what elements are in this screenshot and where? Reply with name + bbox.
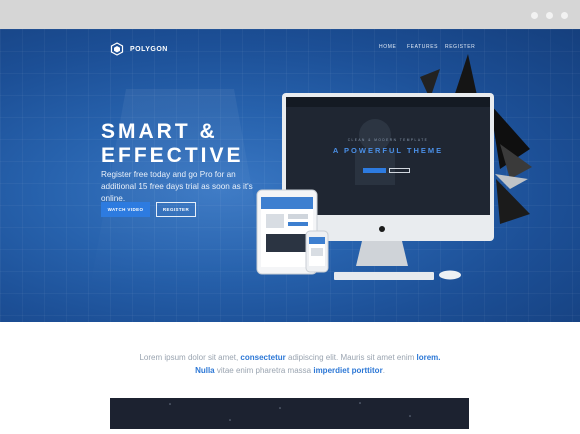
watch-video-button[interactable]: WATCH VIDEO bbox=[101, 202, 150, 217]
intro-text: Lorem ipsum dolor sit amet, bbox=[139, 353, 241, 362]
hero-subtext: Register free today and go Pro for an ad… bbox=[101, 170, 253, 203]
browser-chrome bbox=[0, 0, 580, 29]
window-dot-icon[interactable] bbox=[531, 12, 538, 19]
hero-headline-line: EFFECTIVE bbox=[101, 144, 244, 167]
apple-logo-icon bbox=[379, 226, 385, 232]
intro-paragraph: Lorem ipsum dolor sit amet, consectetur … bbox=[130, 351, 450, 377]
nav-register[interactable]: REGISTER bbox=[445, 44, 475, 50]
star-dots-decoration bbox=[169, 402, 411, 421]
monitor-eyebrow: CLEAN & MODERN TEMPLATE bbox=[347, 138, 429, 142]
monitor-cta-button bbox=[389, 168, 410, 173]
intro-text: vitae enim pharetra massa bbox=[214, 366, 314, 375]
hero-headline: SMART & EFFECTIVE bbox=[101, 120, 244, 168]
intro-text: adipiscing elit. Mauris sit amet enim bbox=[285, 353, 417, 362]
monitor-stand bbox=[356, 241, 408, 266]
keyboard bbox=[334, 272, 434, 280]
polygon-logo-icon bbox=[110, 42, 124, 56]
nav-home[interactable]: HOME bbox=[379, 44, 396, 50]
mouse bbox=[439, 270, 461, 280]
intro-highlight: consectetur bbox=[240, 353, 286, 362]
intro-highlight: imperdiet porttitor bbox=[313, 366, 383, 375]
dark-preview-section bbox=[110, 398, 469, 429]
intro-text: . bbox=[382, 366, 385, 375]
register-button[interactable]: REGISTER bbox=[156, 202, 196, 217]
brand-name: POLYGON bbox=[130, 45, 168, 53]
monitor-title: A POWERFUL THEME bbox=[332, 146, 444, 155]
window-dot-icon[interactable] bbox=[546, 12, 553, 19]
hero-headline-line: SMART & bbox=[101, 120, 218, 143]
devices-mockup-illustration bbox=[256, 93, 494, 280]
window-dot-icon[interactable] bbox=[561, 12, 568, 19]
nav-features[interactable]: FEATURES bbox=[407, 44, 438, 50]
brand-logo[interactable]: POLYGON bbox=[110, 42, 168, 56]
monitor-cta-button bbox=[363, 168, 386, 173]
